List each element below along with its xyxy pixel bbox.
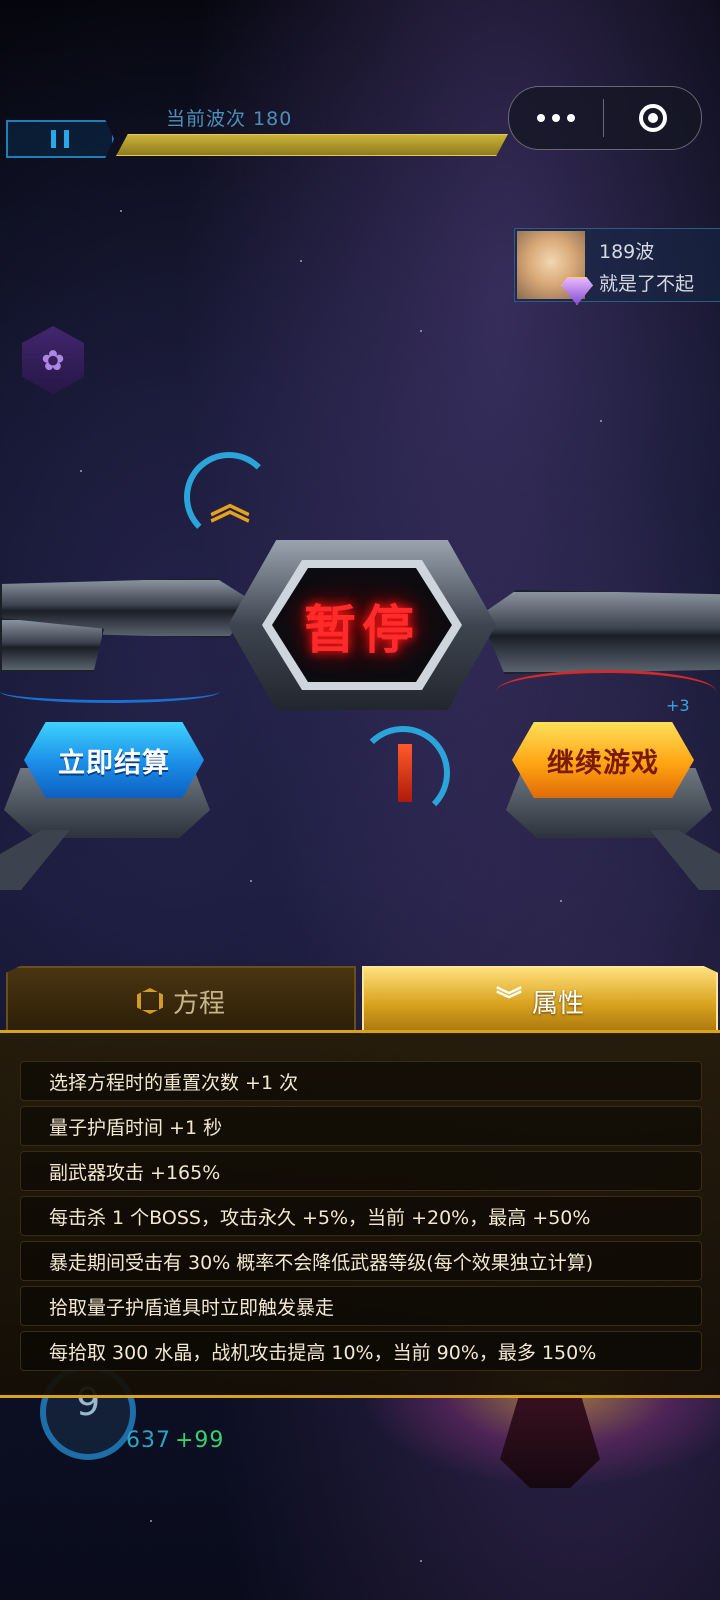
continue-game-label: 继续游戏 xyxy=(547,747,659,779)
pause-button[interactable] xyxy=(6,120,114,158)
attributes-panel[interactable]: 选择方程时的重置次数 +1 次 量子护盾时间 +1 秒 副武器攻击 +165% … xyxy=(0,1030,720,1398)
weapon-bar-icon xyxy=(398,744,412,802)
star xyxy=(300,260,302,262)
attribute-text: 量子护盾时间 +1 秒 xyxy=(49,1116,223,1139)
current-wave-label: 当前波次 180 xyxy=(166,108,293,130)
star xyxy=(150,1520,152,1522)
settle-now-button[interactable]: 立即结算 xyxy=(24,722,204,798)
star xyxy=(560,900,562,902)
attribute-row: 拾取量子护盾道具时立即触发暴走 xyxy=(20,1286,702,1326)
crystal-score: 637 +99 xyxy=(126,1428,224,1453)
star xyxy=(250,880,252,882)
attribute-row: 每击杀 1 个BOSS，攻击永久 +5%，当前 +20%，最高 +50% xyxy=(20,1196,702,1236)
star xyxy=(120,210,122,212)
attribute-text: 每拾取 300 水晶，战机攻击提高 10%，当前 90%，最多 150% xyxy=(49,1341,597,1364)
star xyxy=(420,1560,422,1562)
mini-program-capsule xyxy=(508,86,702,150)
attribute-text: 副武器攻击 +165% xyxy=(49,1161,221,1184)
score-bonus: +99 xyxy=(175,1428,225,1453)
upgrade-powerup-icon: ︽ xyxy=(184,452,274,542)
tab-formula-label: 方程 xyxy=(172,988,225,1019)
star xyxy=(80,470,82,472)
wave-progress-bar xyxy=(116,134,508,156)
attribute-row: 量子护盾时间 +1 秒 xyxy=(20,1106,702,1146)
more-options-button[interactable] xyxy=(509,114,603,122)
pause-title: 暂停 xyxy=(303,600,420,661)
star xyxy=(420,330,422,332)
tab-attributes-label: 属性 xyxy=(532,988,585,1019)
rank-message: 就是了不起 xyxy=(599,273,695,295)
rank-card[interactable]: 189波 就是了不起 xyxy=(514,228,720,305)
attribute-text: 选择方程时的重置次数 +1 次 xyxy=(49,1071,299,1094)
mech-arm-right xyxy=(480,590,720,674)
attribute-row: 副武器攻击 +165% xyxy=(20,1151,702,1191)
avatar xyxy=(517,231,593,305)
dot xyxy=(552,114,560,122)
attribute-text: 每击杀 1 个BOSS，攻击永久 +5%，当前 +20%，最高 +50% xyxy=(49,1206,591,1229)
tab-attributes[interactable]: ︾ 属性 xyxy=(362,966,718,1034)
wire-left xyxy=(0,680,220,703)
exit-target-icon xyxy=(638,104,667,132)
emblem-glyph: ✿ xyxy=(41,343,65,377)
attribute-row: 暴走期间受击有 30% 概率不会降低武器等级(每个效果独立计算) xyxy=(20,1241,702,1281)
more-dots-icon xyxy=(537,114,545,122)
weapon-powerup-icon xyxy=(356,726,450,820)
pause-icon xyxy=(51,130,56,148)
double-chevron-down-icon: ︾ xyxy=(495,986,522,1016)
pause-icon-bar xyxy=(64,130,69,148)
tab-formula[interactable]: 方程 xyxy=(6,966,356,1034)
hexagon-icon xyxy=(136,988,163,1014)
exit-button[interactable] xyxy=(604,104,701,132)
skill-emblem-icon: ✿ xyxy=(22,326,84,394)
pause-display: 暂停 xyxy=(272,568,452,682)
rank-wave: 189波 xyxy=(599,241,655,263)
rank-badge-icon xyxy=(561,277,593,305)
mech-leg-left xyxy=(0,830,70,890)
attribute-row: 每拾取 300 水晶，战机攻击提高 10%，当前 90%，最多 150% xyxy=(20,1331,702,1371)
exit-target-dot xyxy=(647,113,658,123)
attribute-text: 暴走期间受击有 30% 概率不会降低武器等级(每个效果独立计算) xyxy=(49,1251,594,1274)
score-value: 637 xyxy=(126,1428,171,1453)
mech-leg-right xyxy=(650,830,720,890)
star xyxy=(600,420,602,422)
settle-now-label: 立即结算 xyxy=(58,747,170,779)
attribute-text: 拾取量子护盾道具时立即触发暴走 xyxy=(49,1296,335,1319)
attribute-row: 选择方程时的重置次数 +1 次 xyxy=(20,1061,702,1101)
shield-count: +3 xyxy=(666,696,690,715)
chevron-up-icon: ︽ xyxy=(210,482,250,528)
dot xyxy=(567,114,575,122)
continue-game-button[interactable]: 继续游戏 xyxy=(512,722,694,798)
